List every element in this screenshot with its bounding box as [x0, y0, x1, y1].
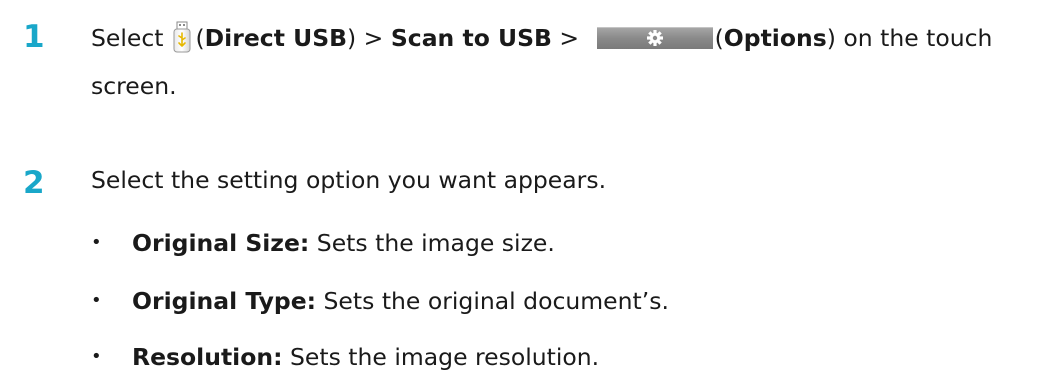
paren-close: ): [826, 24, 836, 52]
list-item-text: Resolution: Sets the image resolution.: [132, 337, 599, 377]
options-label: Options: [723, 24, 827, 52]
resolution-term: Resolution:: [132, 343, 283, 371]
gear-icon: [596, 17, 713, 49]
bullet-icon: •: [91, 346, 102, 367]
paren-open: (: [714, 24, 724, 52]
resolution-desc: Sets the image resolution.: [282, 343, 600, 371]
paren-close: ): [347, 24, 357, 52]
separator: >: [356, 24, 391, 52]
step-1-line-end: on the touch: [835, 24, 993, 52]
step-2-text: Select the setting option you want appea…: [91, 166, 607, 194]
step-1-number: 1: [23, 19, 45, 55]
list-item-text: Original Type: Sets the original documen…: [132, 281, 669, 321]
separator: >: [551, 24, 587, 52]
bullet-icon: •: [91, 290, 102, 311]
bullet-icon: •: [91, 232, 102, 253]
usb-drive-icon: [172, 21, 192, 53]
select-word: Select: [91, 24, 164, 52]
scan-to-usb-label: Scan to USB: [390, 24, 552, 52]
step-1-text: Select (Direct USB) > Scan to USB > (Opt…: [91, 14, 1046, 110]
step-2-number: 2: [23, 165, 45, 201]
original-type-term: Original Type:: [132, 287, 317, 315]
paren-open: (: [195, 24, 205, 52]
step-1-line-2: screen.: [91, 72, 177, 100]
original-type-desc: Sets the original document’s.: [316, 287, 669, 315]
original-size-term: Original Size:: [132, 229, 310, 257]
list-item-text: Original Size: Sets the image size.: [132, 223, 555, 263]
original-size-desc: Sets the image size.: [309, 229, 555, 257]
direct-usb-label: Direct USB: [204, 24, 348, 52]
